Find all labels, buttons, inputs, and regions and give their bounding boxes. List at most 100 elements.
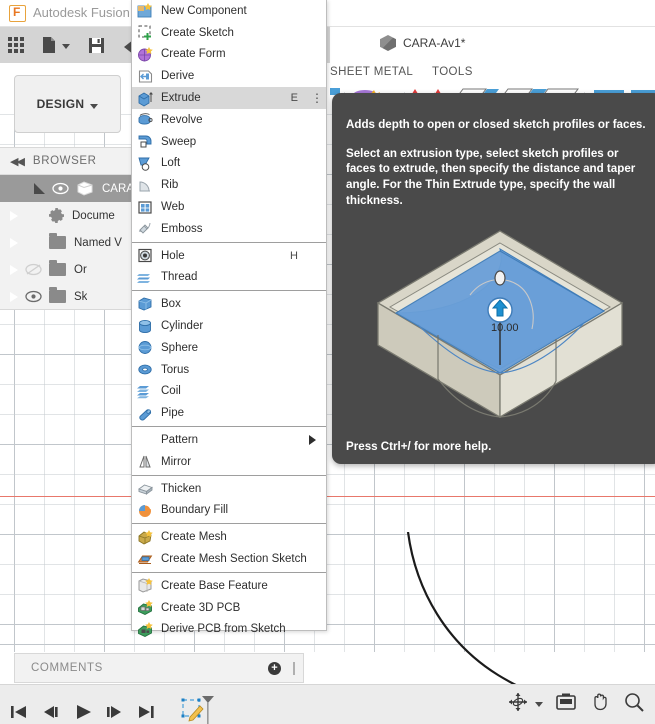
tree-item-named-views[interactable]: Named V — [0, 229, 136, 256]
save-icon[interactable] — [88, 37, 105, 54]
menu-item-create-mesh-section-sketch[interactable]: Create Mesh Section Sketch — [132, 548, 326, 570]
menu-item-label: Rib — [161, 179, 179, 192]
menu-item-thicken[interactable]: Thicken — [132, 478, 326, 500]
menu-separator — [132, 290, 326, 292]
sweep-icon — [138, 135, 152, 148]
menu-item-hole[interactable]: Hole H — [132, 245, 326, 267]
document-tab[interactable]: CARA-Av1* — [380, 35, 465, 51]
orbit-chevron-down-icon[interactable] — [535, 701, 543, 707]
title-bar: Autodesk Fusion 36 — [0, 0, 655, 27]
menu-item-coil[interactable]: Coil — [132, 381, 326, 403]
component-icon — [77, 181, 93, 196]
menu-item-boundary-fill[interactable]: Boundary Fill — [132, 500, 326, 522]
menu-item-create-sketch[interactable]: Create Sketch — [132, 22, 326, 44]
view-tools — [507, 691, 645, 713]
tab-sheet-metal[interactable]: SHEET METAL — [330, 66, 413, 78]
tree-item-origin[interactable]: Or — [0, 256, 136, 283]
menu-item-rib[interactable]: Rib — [132, 174, 326, 196]
browser-panel: ◀◀ BROWSER CARA Docume Named V Or Sk — [0, 147, 136, 310]
tree-item-label: Sk — [74, 290, 88, 303]
file-icon[interactable] — [42, 36, 56, 54]
menu-separator — [132, 241, 326, 243]
magnifier-icon[interactable] — [623, 691, 645, 713]
tree-item-cara[interactable]: CARA — [0, 175, 136, 202]
menu-item-revolve[interactable]: Revolve — [132, 109, 326, 131]
cylinder-icon — [139, 319, 151, 333]
menu-item-create-base-feature[interactable]: Create Base Feature — [132, 575, 326, 597]
menu-item-new-component[interactable]: New Component — [132, 0, 326, 22]
comments-label: COMMENTS — [31, 662, 103, 674]
menu-item-create-mesh[interactable]: Create Mesh — [132, 526, 326, 548]
timeline-sketch-feature[interactable] — [180, 695, 216, 724]
expand-triangle-icon[interactable] — [9, 290, 18, 303]
tree-item-document-settings[interactable]: Docume — [0, 202, 136, 229]
menu-item-sphere[interactable]: Sphere — [132, 337, 326, 359]
menu-item-shortcut: E — [290, 92, 298, 105]
menu-item-label: Create Mesh Section Sketch — [161, 553, 307, 566]
menu-item-label: Derive PCB from Sketch — [161, 623, 286, 636]
thicken-icon — [138, 484, 153, 496]
thread-icon — [137, 273, 150, 283]
tree-item-sketches[interactable]: Sk — [0, 283, 136, 310]
menu-separator — [132, 474, 326, 476]
menu-item-cylinder[interactable]: Cylinder — [132, 315, 326, 337]
menu-item-label: Extrude — [161, 92, 201, 105]
menu-item-pattern[interactable]: Pattern — [132, 429, 326, 451]
menu-item-extrude[interactable]: Extrude E ⋮ — [132, 87, 326, 109]
resize-grip-icon[interactable] — [293, 662, 295, 675]
loft-icon — [138, 157, 150, 171]
look-at-icon[interactable] — [555, 691, 577, 713]
visibility-eye-off-icon[interactable] — [25, 263, 42, 276]
menu-item-box[interactable]: Box — [132, 293, 326, 315]
expand-triangle-icon[interactable] — [9, 209, 18, 222]
folder-icon — [49, 233, 66, 249]
menu-item-torus[interactable]: Torus — [132, 359, 326, 381]
menu-item-overflow-icon[interactable]: ⋮ — [311, 92, 323, 104]
timeline-step-back[interactable] — [40, 702, 62, 722]
visibility-eye-icon[interactable] — [25, 290, 42, 303]
menu-item-mirror[interactable]: Mirror — [132, 451, 326, 473]
menu-item-sweep[interactable]: Sweep — [132, 131, 326, 153]
hand-icon[interactable] — [589, 691, 611, 713]
menu-item-loft[interactable]: Loft — [132, 153, 326, 175]
file-chevron-down-icon[interactable] — [62, 44, 70, 49]
comments-panel[interactable]: COMMENTS + — [14, 653, 304, 683]
orbit-icon[interactable] — [507, 691, 529, 713]
sketch-x-axis — [0, 496, 655, 497]
create-menu[interactable]: New Component Create Sketch Create Form — [131, 0, 327, 637]
timeline-step-forward[interactable] — [104, 702, 126, 722]
menu-item-label: Sphere — [161, 341, 199, 354]
menu-item-derive-pcb-from-sketch[interactable]: Derive PCB from Sketch — [132, 619, 326, 641]
app-grid-icon[interactable] — [8, 37, 24, 53]
timeline-play[interactable] — [72, 702, 94, 722]
create-form-icon — [138, 46, 153, 62]
create-3d-pcb-icon — [138, 600, 153, 616]
menu-item-label: Create Form — [161, 48, 226, 61]
submenu-arrow-icon[interactable] — [309, 435, 316, 446]
expand-triangle-icon[interactable] — [9, 236, 18, 249]
workspace-selector[interactable]: DESIGN — [14, 75, 121, 133]
pipe-icon — [139, 409, 152, 421]
menu-item-label: Box — [161, 298, 181, 311]
create-mesh-section-sketch-icon — [137, 555, 153, 564]
menu-item-derive[interactable]: Derive — [132, 65, 326, 87]
add-comment-icon[interactable]: + — [268, 662, 281, 675]
boundary-fill-icon — [139, 504, 152, 517]
menu-item-label: Coil — [161, 385, 181, 398]
cube-icon — [380, 35, 396, 51]
menu-item-web[interactable]: Web — [132, 196, 326, 218]
timeline-go-to-beginning[interactable] — [8, 702, 30, 722]
menu-item-pipe[interactable]: Pipe — [132, 402, 326, 424]
document-tab-bar: CARA-Av1* — [330, 27, 655, 63]
expand-triangle-icon[interactable] — [9, 263, 18, 276]
menu-item-thread[interactable]: Thread — [132, 267, 326, 289]
menu-item-create-3d-pcb[interactable]: Create 3D PCB — [132, 597, 326, 619]
visibility-eye-icon[interactable] — [52, 182, 69, 195]
menu-item-create-form[interactable]: Create Form — [132, 44, 326, 66]
double-chevron-left-icon[interactable]: ◀◀ — [10, 155, 25, 168]
menu-item-label: Mirror — [161, 455, 192, 468]
menu-item-emboss[interactable]: Emboss — [132, 218, 326, 240]
expand-triangle-icon[interactable] — [34, 183, 45, 194]
timeline-go-to-end[interactable] — [136, 702, 158, 722]
tab-tools[interactable]: TOOLS — [432, 66, 473, 78]
